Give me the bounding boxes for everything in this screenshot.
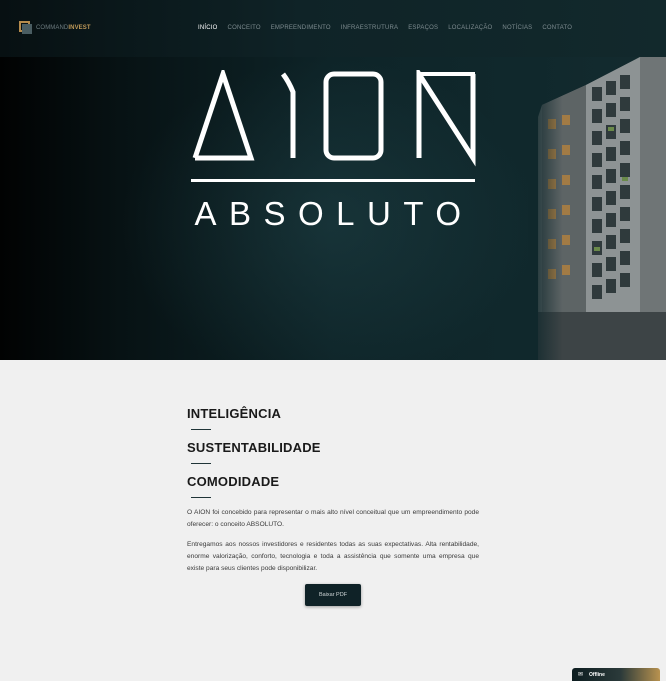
hero-tagline: ABSOLUTO	[194, 195, 473, 230]
hero-banner: ABSOLUTO	[0, 57, 666, 360]
download-pdf-button[interactable]: Baixar PDF	[304, 584, 362, 606]
aion-absoluto-logo: ABSOLUTO	[191, 70, 476, 230]
nav-empreendimento[interactable]: EMPREENDIMENTO	[271, 25, 331, 31]
heading-divider	[191, 429, 211, 430]
envelope-icon: ✉	[578, 672, 584, 678]
site-header: COMMANDINVEST INÍCIO CONCEITO EMPREENDIM…	[0, 0, 666, 57]
intro-paragraph: O AION foi concebido para representar o …	[187, 509, 479, 528]
heading-divider	[191, 497, 211, 498]
nav-noticias[interactable]: NOTÍCIAS	[502, 25, 532, 31]
heading-inteligencia: INTELIGÊNCIA	[187, 406, 282, 421]
chat-widget[interactable]: ✉ Offline	[572, 668, 660, 681]
logo-mark-icon	[19, 21, 32, 34]
heading-divider	[191, 463, 211, 464]
nav-contato[interactable]: CONTATO	[542, 25, 572, 31]
content-section: INTELIGÊNCIA SUSTENTABILIDADE COMODIDADE…	[187, 405, 479, 606]
logo-text: COMMANDINVEST	[36, 24, 91, 31]
description-paragraph: Entregamos aos nossos investidores e res…	[187, 541, 479, 572]
heading-comodidade: COMODIDADE	[187, 474, 280, 489]
nav-espacos[interactable]: ESPAÇOS	[408, 25, 438, 31]
building-image	[528, 57, 666, 360]
main-nav: INÍCIO CONCEITO EMPREENDIMENTO INFRAESTR…	[198, 25, 582, 31]
nav-conceito[interactable]: CONCEITO	[228, 25, 261, 31]
logo[interactable]: COMMANDINVEST	[19, 21, 91, 34]
nav-inicio[interactable]: INÍCIO	[198, 25, 218, 31]
button-wrap: Baixar PDF	[187, 583, 479, 606]
nav-infraestrutura[interactable]: INFRAESTRUTURA	[341, 25, 398, 31]
chat-status: Offline	[589, 671, 605, 678]
nav-localizacao[interactable]: LOCALIZAÇÃO	[448, 25, 492, 31]
heading-sustentabilidade: SUSTENTABILIDADE	[187, 440, 321, 455]
